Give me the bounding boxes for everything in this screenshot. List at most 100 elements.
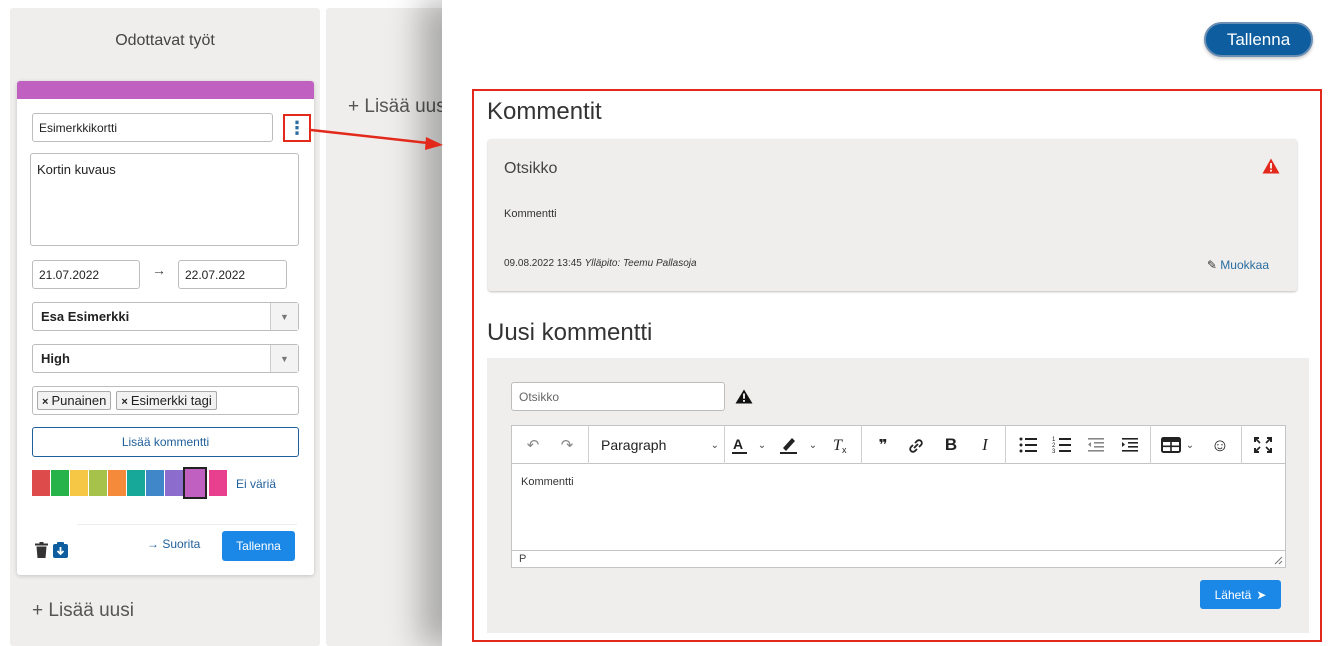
save-to-icon[interactable] [53, 542, 68, 558]
svg-text:A: A [733, 436, 743, 452]
card-description-input[interactable]: Kortin kuvaus [30, 153, 299, 246]
bold-icon[interactable]: B [940, 426, 962, 464]
undo-icon[interactable]: ↶ [520, 426, 546, 464]
toolbar-separator [1241, 426, 1242, 464]
drawer-save-button[interactable]: Tallenna [1204, 22, 1313, 57]
comment-author: Ylläpito: Teemu Pallasoja [584, 258, 697, 269]
bullet-list-icon[interactable] [1017, 426, 1039, 464]
color-swatch[interactable] [165, 470, 183, 496]
add-new-card-button[interactable]: + Lisää uus [348, 96, 446, 118]
tag-label: Punainen [51, 393, 107, 408]
column-second: + Lisää uus [326, 8, 456, 646]
end-date-input[interactable]: 22.07.2022 [178, 260, 287, 289]
add-comment-button[interactable]: Lisää kommentti [32, 427, 299, 457]
rich-text-editor: ↶ ↷ Paragraph ⌄ A ⌄ ⌄ T x ❞ B I 1 2 3 ⌄ … [511, 425, 1286, 568]
trash-icon[interactable] [35, 542, 48, 558]
date-range-arrow-icon: → [152, 262, 166, 278]
card-divider [77, 524, 297, 525]
color-swatch[interactable] [70, 470, 88, 496]
send-comment-button[interactable]: Lähetä ➤ [1200, 580, 1281, 609]
comments-heading: Kommentit [487, 98, 602, 125]
resize-handle-icon[interactable] [1274, 556, 1283, 565]
comment-meta: 09.08.2022 13:45 Ylläpito: Teemu Pallaso… [504, 258, 697, 269]
assignee-select[interactable]: Esa Esimerkki ▼ [32, 302, 299, 331]
element-path: P [519, 553, 527, 565]
column-title: Odottavat työt [115, 32, 215, 49]
italic-icon[interactable]: I [974, 426, 996, 464]
column-odottavat-tyot: Odottavat työt Esimerkkikortti ⋮ Kortin … [10, 8, 320, 646]
edit-comment-button[interactable]: ✎ Muokkaa [1207, 258, 1269, 272]
color-swatch[interactable] [146, 470, 164, 496]
comment-item: Otsikko Kommentti 09.08.2022 13:45 Ylläp… [488, 139, 1297, 291]
new-comment-form: Otsikko ↶ ↷ Paragraph ⌄ A ⌄ ⌄ T x ❞ B I … [487, 358, 1309, 633]
no-color-link[interactable]: Ei väriä [236, 477, 276, 491]
toolbar-separator [724, 426, 725, 464]
task-card: Esimerkkikortti ⋮ Kortin kuvaus 21.07.20… [17, 81, 314, 575]
svg-text:3: 3 [1052, 449, 1056, 455]
complete-button[interactable]: → Suorita [147, 537, 200, 551]
remove-tag-icon[interactable]: × [121, 396, 127, 408]
font-color-icon[interactable]: A [730, 426, 750, 464]
highlight-color-icon[interactable] [778, 426, 800, 464]
tag-label: Esimerkki tagi [130, 393, 212, 408]
toolbar-separator [1150, 426, 1151, 464]
color-swatch[interactable] [209, 470, 227, 496]
card-save-button[interactable]: Tallenna [222, 531, 295, 561]
chevron-down-icon[interactable]: ⌄ [807, 426, 819, 464]
edit-label: Muokkaa [1220, 258, 1269, 272]
redo-icon[interactable]: ↷ [554, 426, 580, 464]
send-label: Lähetä [1214, 587, 1252, 602]
comment-body: Kommentti [504, 208, 557, 220]
toolbar-separator [588, 426, 589, 464]
warning-icon [1262, 158, 1280, 174]
start-date-input[interactable]: 21.07.2022 [32, 260, 140, 289]
table-icon[interactable] [1160, 426, 1182, 464]
color-swatch[interactable] [32, 470, 50, 496]
chevron-down-icon[interactable]: ⌄ [1184, 426, 1196, 464]
numbered-list-icon[interactable]: 1 2 3 [1051, 426, 1073, 464]
chevron-down-icon[interactable]: ▼ [270, 303, 298, 330]
kebab-icon: ⋮ [288, 117, 306, 138]
indent-icon[interactable] [1119, 426, 1141, 464]
toolbar-separator [861, 426, 862, 464]
chevron-down-icon[interactable]: ▼ [270, 345, 298, 372]
chevron-down-icon[interactable]: ⌄ [756, 426, 768, 464]
paragraph-format-label: Paragraph [601, 437, 667, 453]
warning-icon [735, 389, 753, 404]
send-icon: ➤ [1256, 587, 1267, 602]
chevron-down-icon: ⌄ [710, 439, 719, 451]
link-icon[interactable] [905, 426, 927, 464]
card-title-input[interactable]: Esimerkkikortti [32, 113, 273, 142]
quote-icon[interactable]: ❞ [872, 426, 894, 464]
tags-input[interactable]: × Punainen × Esimerkki tagi [32, 386, 299, 415]
paragraph-format-select[interactable]: Paragraph ⌄ [601, 426, 719, 464]
editor-statusbar: P [512, 550, 1285, 567]
editor-toolbar: ↶ ↷ Paragraph ⌄ A ⌄ ⌄ T x ❞ B I 1 2 3 ⌄ … [512, 426, 1285, 464]
card-menu-button[interactable]: ⋮ [283, 114, 311, 142]
assignee-value: Esa Esimerkki [41, 309, 130, 324]
new-comment-heading: Uusi kommentti [487, 319, 653, 346]
comments-drawer: Tallenna Kommentit Otsikko Kommentti 09.… [442, 0, 1337, 646]
color-swatch[interactable] [51, 470, 69, 496]
emoji-icon[interactable]: ☺ [1209, 426, 1231, 464]
toolbar-separator [1005, 426, 1006, 464]
add-new-card-button[interactable]: + Lisää uusi [32, 600, 134, 622]
outdent-icon[interactable] [1085, 426, 1107, 464]
card-color-bar [17, 81, 314, 99]
color-swatch[interactable] [89, 470, 107, 496]
svg-text:x: x [842, 445, 847, 455]
clear-format-icon[interactable]: T x [830, 426, 850, 464]
remove-tag-icon[interactable]: × [42, 396, 48, 408]
color-swatch[interactable] [127, 470, 145, 496]
new-comment-title-input[interactable]: Otsikko [511, 382, 725, 411]
color-swatch[interactable] [183, 467, 207, 499]
priority-select[interactable]: High ▼ [32, 344, 299, 373]
comment-timestamp: 09.08.2022 13:45 [504, 258, 582, 269]
fullscreen-icon[interactable] [1252, 426, 1274, 464]
color-swatch[interactable] [108, 470, 126, 496]
priority-value: High [41, 351, 70, 366]
comment-title: Otsikko [504, 160, 558, 177]
editor-content[interactable]: Kommentti [521, 476, 574, 488]
pencil-icon: ✎ [1206, 258, 1217, 272]
tag-chip: × Punainen [37, 391, 112, 410]
